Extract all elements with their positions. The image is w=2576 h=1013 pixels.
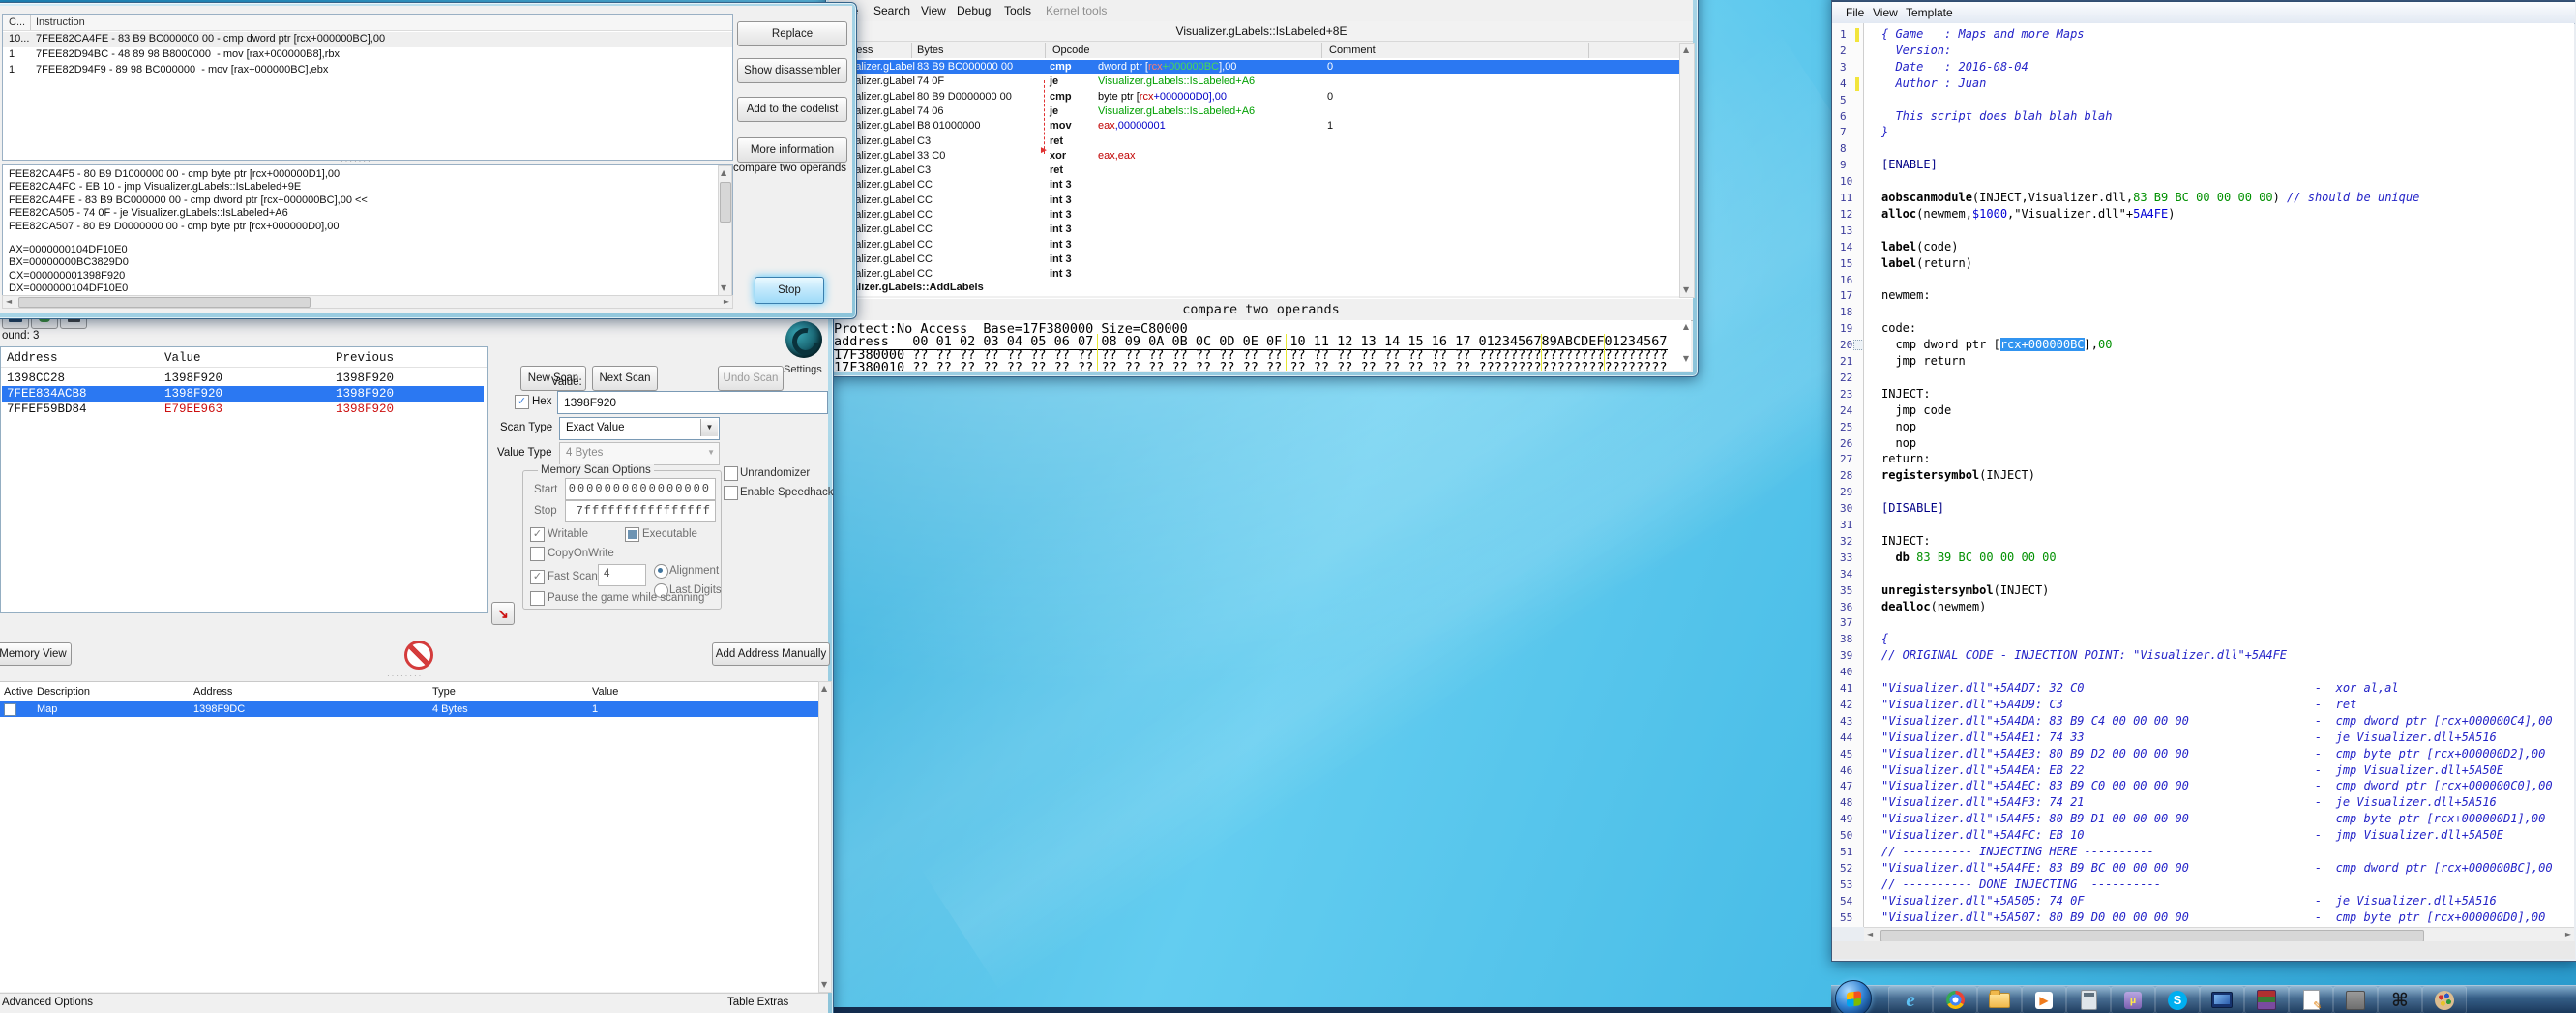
archive-app-icon (2346, 991, 2365, 1010)
winrar-icon (2257, 990, 2276, 1010)
text-editor-icon (2303, 990, 2320, 1010)
taskbar-computer-icon[interactable] (2200, 986, 2244, 1013)
skype-icon: S (2168, 991, 2187, 1010)
taskbar-purple-app-icon[interactable]: µ (2111, 986, 2155, 1013)
computer-icon (2211, 992, 2233, 1008)
chrome-icon (1946, 991, 1965, 1009)
screen: FileSearchViewDebugToolsKernel tools Vis… (0, 0, 2576, 1013)
taskbar-calculator-icon[interactable] (2066, 986, 2111, 1013)
taskbar-text-editor-icon[interactable] (2289, 986, 2333, 1013)
paint-icon (2435, 991, 2454, 1010)
taskbar-chrome-icon[interactable] (1933, 986, 1977, 1013)
windows-flag-icon (1847, 991, 1861, 1007)
internet-explorer-icon: e (1906, 988, 1914, 1012)
media-player-icon: ▶ (2035, 992, 2053, 1009)
calculator-icon (2081, 990, 2097, 1010)
explorer-icon (1989, 993, 2010, 1008)
taskbar-paint-icon[interactable] (2422, 986, 2467, 1013)
taskbar-archive-app-icon[interactable] (2333, 986, 2378, 1013)
taskbar-cheat-engine-icon[interactable]: ⌘ (2378, 986, 2422, 1013)
taskbar-media-player-icon[interactable]: ▶ (2022, 986, 2066, 1013)
taskbar-skype-icon[interactable]: S (2155, 986, 2200, 1013)
start-button[interactable] (1835, 980, 1872, 1013)
purple-app-icon: µ (2124, 992, 2142, 1009)
taskbar-internet-explorer-icon[interactable]: e (1888, 986, 1933, 1013)
taskbar-winrar-icon[interactable] (2244, 986, 2289, 1013)
taskbar-explorer-icon[interactable] (1977, 986, 2022, 1013)
cheat-engine-icon: ⌘ (2391, 990, 2409, 1011)
